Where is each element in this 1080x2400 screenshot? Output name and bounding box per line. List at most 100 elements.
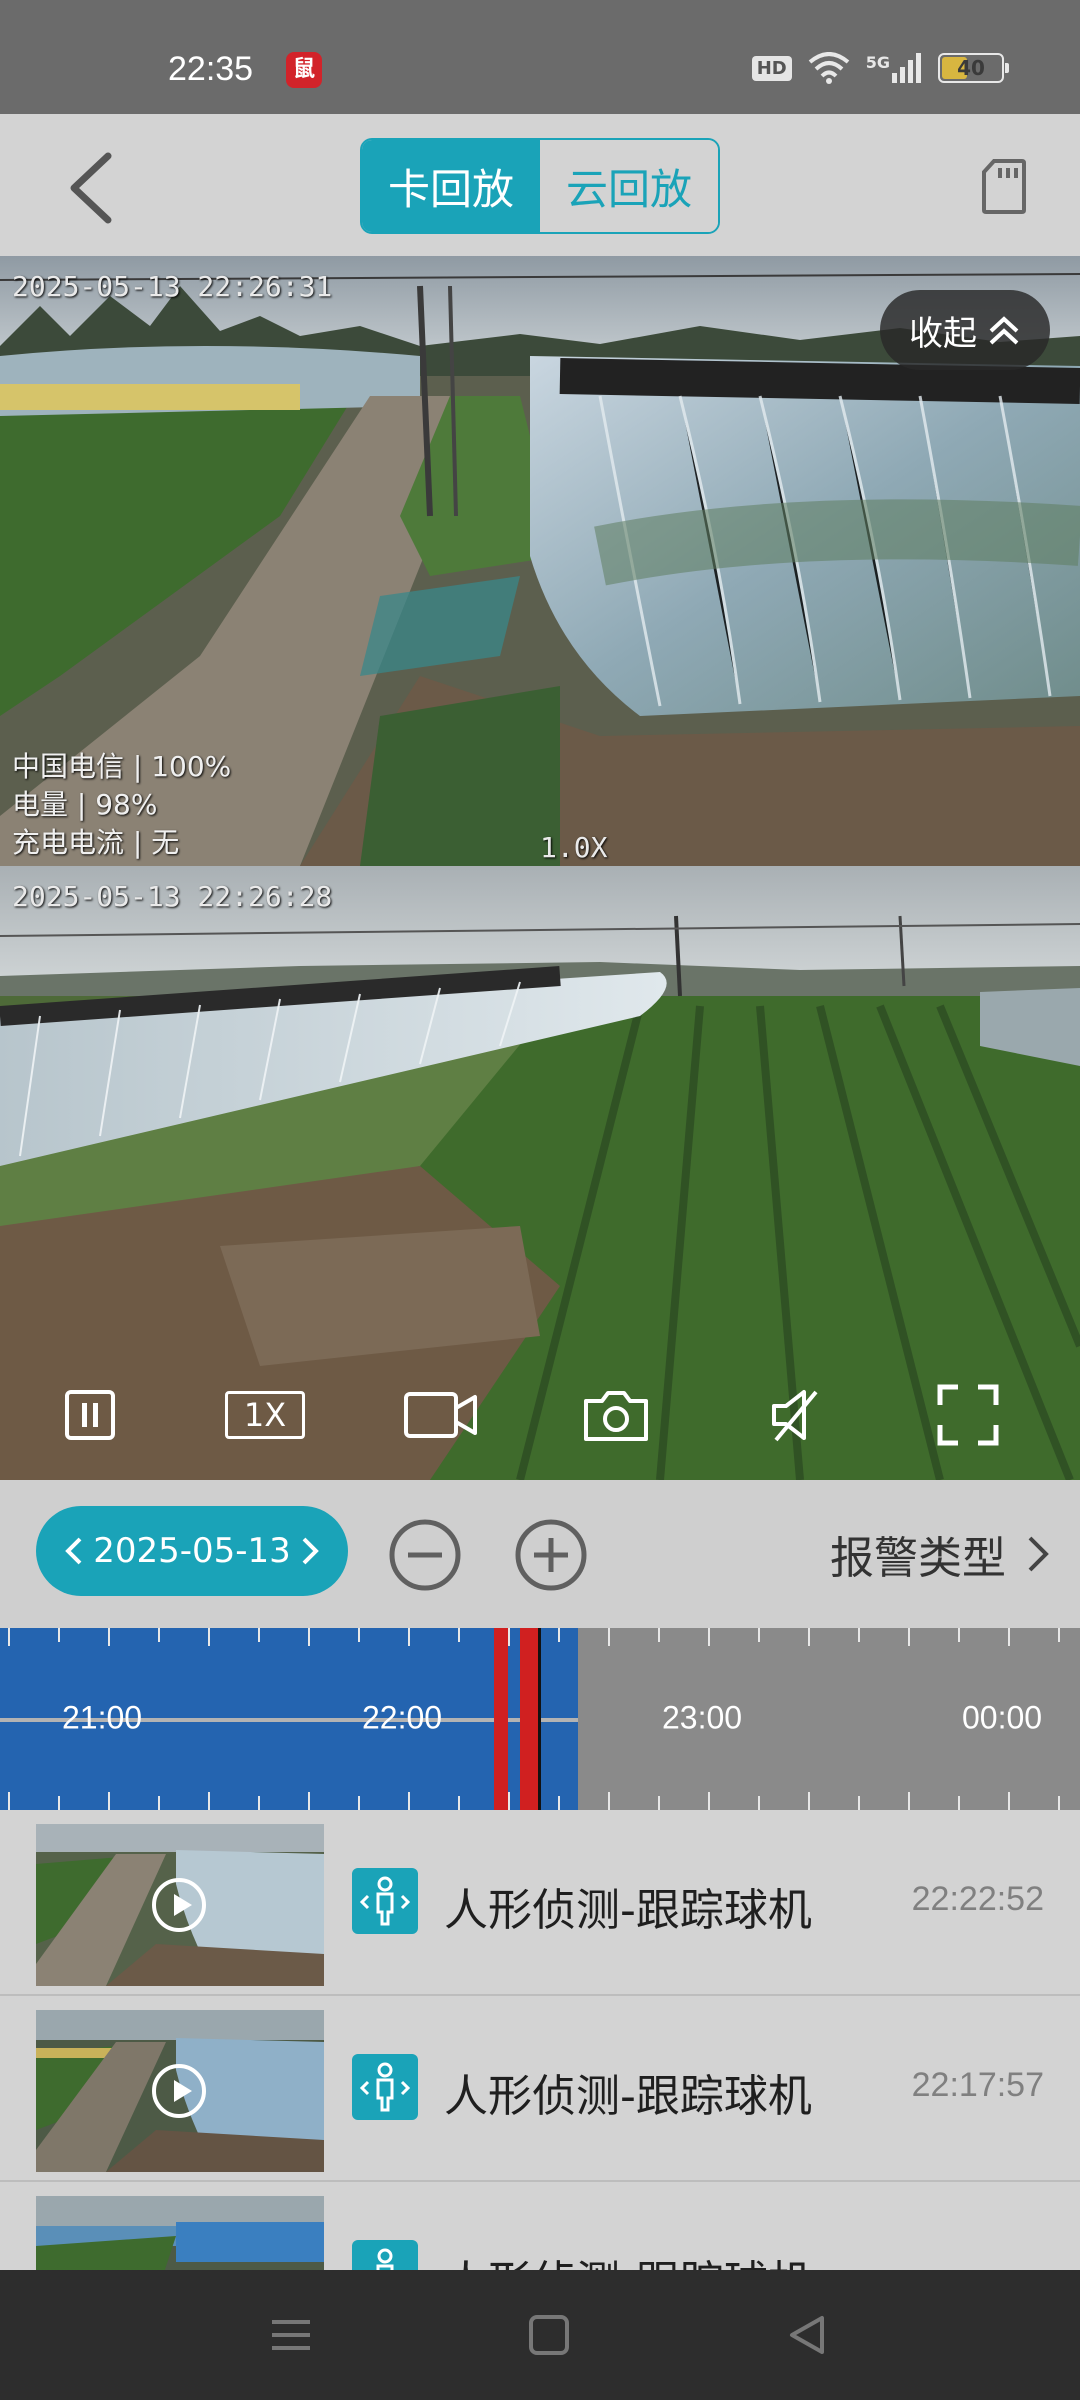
- alarm-marker[interactable]: [494, 1628, 508, 1810]
- pause-button[interactable]: [60, 1380, 120, 1450]
- event-thumbnail[interactable]: [36, 2010, 324, 2172]
- timeline-tick: [58, 1628, 60, 1642]
- event-time: 22:22:52: [911, 1880, 1044, 1918]
- timeline-tick: [408, 1792, 410, 1810]
- speed-label: 1X: [225, 1391, 305, 1439]
- next-day-icon[interactable]: [300, 1535, 320, 1567]
- tab-cloud-playback[interactable]: 云回放: [540, 140, 718, 232]
- timeline-tick: [558, 1628, 560, 1642]
- timeline-tick: [258, 1796, 260, 1810]
- playback-timeline[interactable]: 21:00 22:00 23:00 00:00: [0, 1628, 1080, 1810]
- timeline-tick: [858, 1796, 860, 1810]
- app-notification-icon: 鼠: [286, 52, 322, 88]
- speed-button[interactable]: 1X: [222, 1380, 308, 1450]
- timeline-tick: [1058, 1628, 1060, 1642]
- video-pane-primary[interactable]: 2025-05-13 22:26:31 收起 中国电信 | 100% 电量 | …: [0, 256, 1080, 866]
- timeline-tick: [1058, 1796, 1060, 1810]
- list-item[interactable]: 人形侦测-跟踪球机 22:22:52: [0, 1810, 1080, 1996]
- timeline-label: 22:00: [362, 1699, 443, 1736]
- timeline-tick: [908, 1628, 910, 1646]
- signal-icon: [892, 53, 921, 83]
- timeline-tick: [108, 1792, 110, 1810]
- snapshot-button[interactable]: [580, 1380, 652, 1450]
- timeline-tick: [958, 1628, 960, 1642]
- timeline-tick: [808, 1792, 810, 1810]
- event-thumbnail[interactable]: [36, 2196, 324, 2270]
- timeline-tick: [508, 1628, 510, 1646]
- battery-icon: 40: [938, 53, 1009, 83]
- status-bar: 22:35 鼠 HD 5G 40: [0, 0, 1080, 114]
- charging-info: 充电电流 | 无: [12, 826, 180, 859]
- timeline-tick: [458, 1628, 460, 1642]
- fullscreen-button[interactable]: [934, 1380, 1002, 1450]
- play-icon: [152, 1878, 206, 1932]
- hd-icon: HD: [751, 55, 792, 81]
- timeline-tick: [158, 1796, 160, 1810]
- zoom-in-icon[interactable]: [514, 1518, 588, 1592]
- timeline-tick: [208, 1628, 210, 1646]
- playback-controls: 1X: [0, 1360, 1080, 1480]
- person-detection-icon: [352, 2240, 418, 2270]
- date-selector[interactable]: 2025-05-13: [36, 1506, 348, 1596]
- timeline-tick: [358, 1628, 360, 1642]
- event-title: 人形侦测-跟踪球机: [444, 1885, 812, 1936]
- timeline-tick: [158, 1628, 160, 1642]
- timeline-tick: [908, 1792, 910, 1810]
- timeline-tick: [108, 1628, 110, 1646]
- event-thumbnail[interactable]: [36, 1824, 324, 1986]
- mute-button[interactable]: [766, 1380, 826, 1450]
- timeline-tick: [408, 1628, 410, 1646]
- timeline-tick: [608, 1792, 610, 1810]
- previous-day-icon[interactable]: [64, 1535, 84, 1567]
- timeline-tick: [1008, 1792, 1010, 1810]
- timeline-tick: [8, 1628, 10, 1646]
- back-triangle-icon[interactable]: [786, 2314, 828, 2356]
- timeline-tick: [1008, 1628, 1010, 1646]
- timeline-tick: [808, 1628, 810, 1646]
- timeline-tick: [58, 1796, 60, 1810]
- speaker-muted-icon: [772, 1390, 818, 1442]
- thumbnail-image: [36, 2196, 324, 2270]
- status-time: 22:35: [168, 50, 254, 88]
- list-item[interactable]: 人形侦测-跟踪球机: [0, 2182, 1080, 2270]
- alarm-type-label: 报警类型: [830, 1533, 1006, 1584]
- playhead[interactable]: [538, 1628, 541, 1810]
- zoom-out-icon[interactable]: [388, 1518, 462, 1592]
- collapse-button[interactable]: 收起: [880, 290, 1050, 370]
- battery-info: 电量 | 98%: [12, 788, 158, 821]
- zoom-level: 1.0X: [540, 831, 608, 864]
- timeline-tick: [708, 1792, 710, 1810]
- timeline-tick: [208, 1792, 210, 1810]
- date-toolbar: 2025-05-13 报警类型: [0, 1480, 1080, 1628]
- person-detection-icon: [352, 2054, 418, 2120]
- network-type: 5G: [866, 53, 922, 83]
- event-time: 22:17:57: [911, 2066, 1044, 2104]
- carrier-info: 中国电信 | 100%: [12, 750, 232, 783]
- chevron-right-icon: [1028, 1536, 1049, 1572]
- home-icon[interactable]: [528, 2314, 570, 2356]
- timeline-label: 21:00: [62, 1699, 143, 1736]
- play-icon: [152, 2064, 206, 2118]
- timeline-tick: [358, 1796, 360, 1810]
- alarm-type-filter[interactable]: 报警类型: [830, 1522, 1050, 1586]
- event-title: 人形侦测-跟踪球机: [444, 2246, 812, 2270]
- timeline-tick: [308, 1792, 310, 1810]
- back-chevron-icon[interactable]: [62, 150, 122, 226]
- fullscreen-icon: [937, 1384, 999, 1446]
- camera-icon: [584, 1391, 648, 1441]
- sd-card-icon[interactable]: [982, 158, 1026, 214]
- system-navigation-bar: [0, 2270, 1080, 2400]
- pause-icon: [65, 1390, 115, 1440]
- video-pane-secondary[interactable]: 2025-05-13 22:26:28 1X: [0, 866, 1080, 1480]
- double-chevron-up-icon: [989, 316, 1019, 345]
- alarm-marker[interactable]: [520, 1628, 538, 1810]
- timeline-tick: [658, 1628, 660, 1642]
- timeline-label: 00:00: [962, 1699, 1043, 1736]
- playback-header: 卡回放 云回放: [0, 114, 1080, 256]
- selected-date: 2025-05-13: [93, 1531, 291, 1571]
- tab-card-playback[interactable]: 卡回放: [362, 140, 540, 232]
- device-status-overlay: 中国电信 | 100% 电量 | 98% 充电电流 | 无: [12, 748, 231, 862]
- list-item[interactable]: 人形侦测-跟踪球机 22:17:57: [0, 1996, 1080, 2182]
- record-button[interactable]: [402, 1380, 480, 1450]
- menu-icon[interactable]: [270, 2314, 312, 2356]
